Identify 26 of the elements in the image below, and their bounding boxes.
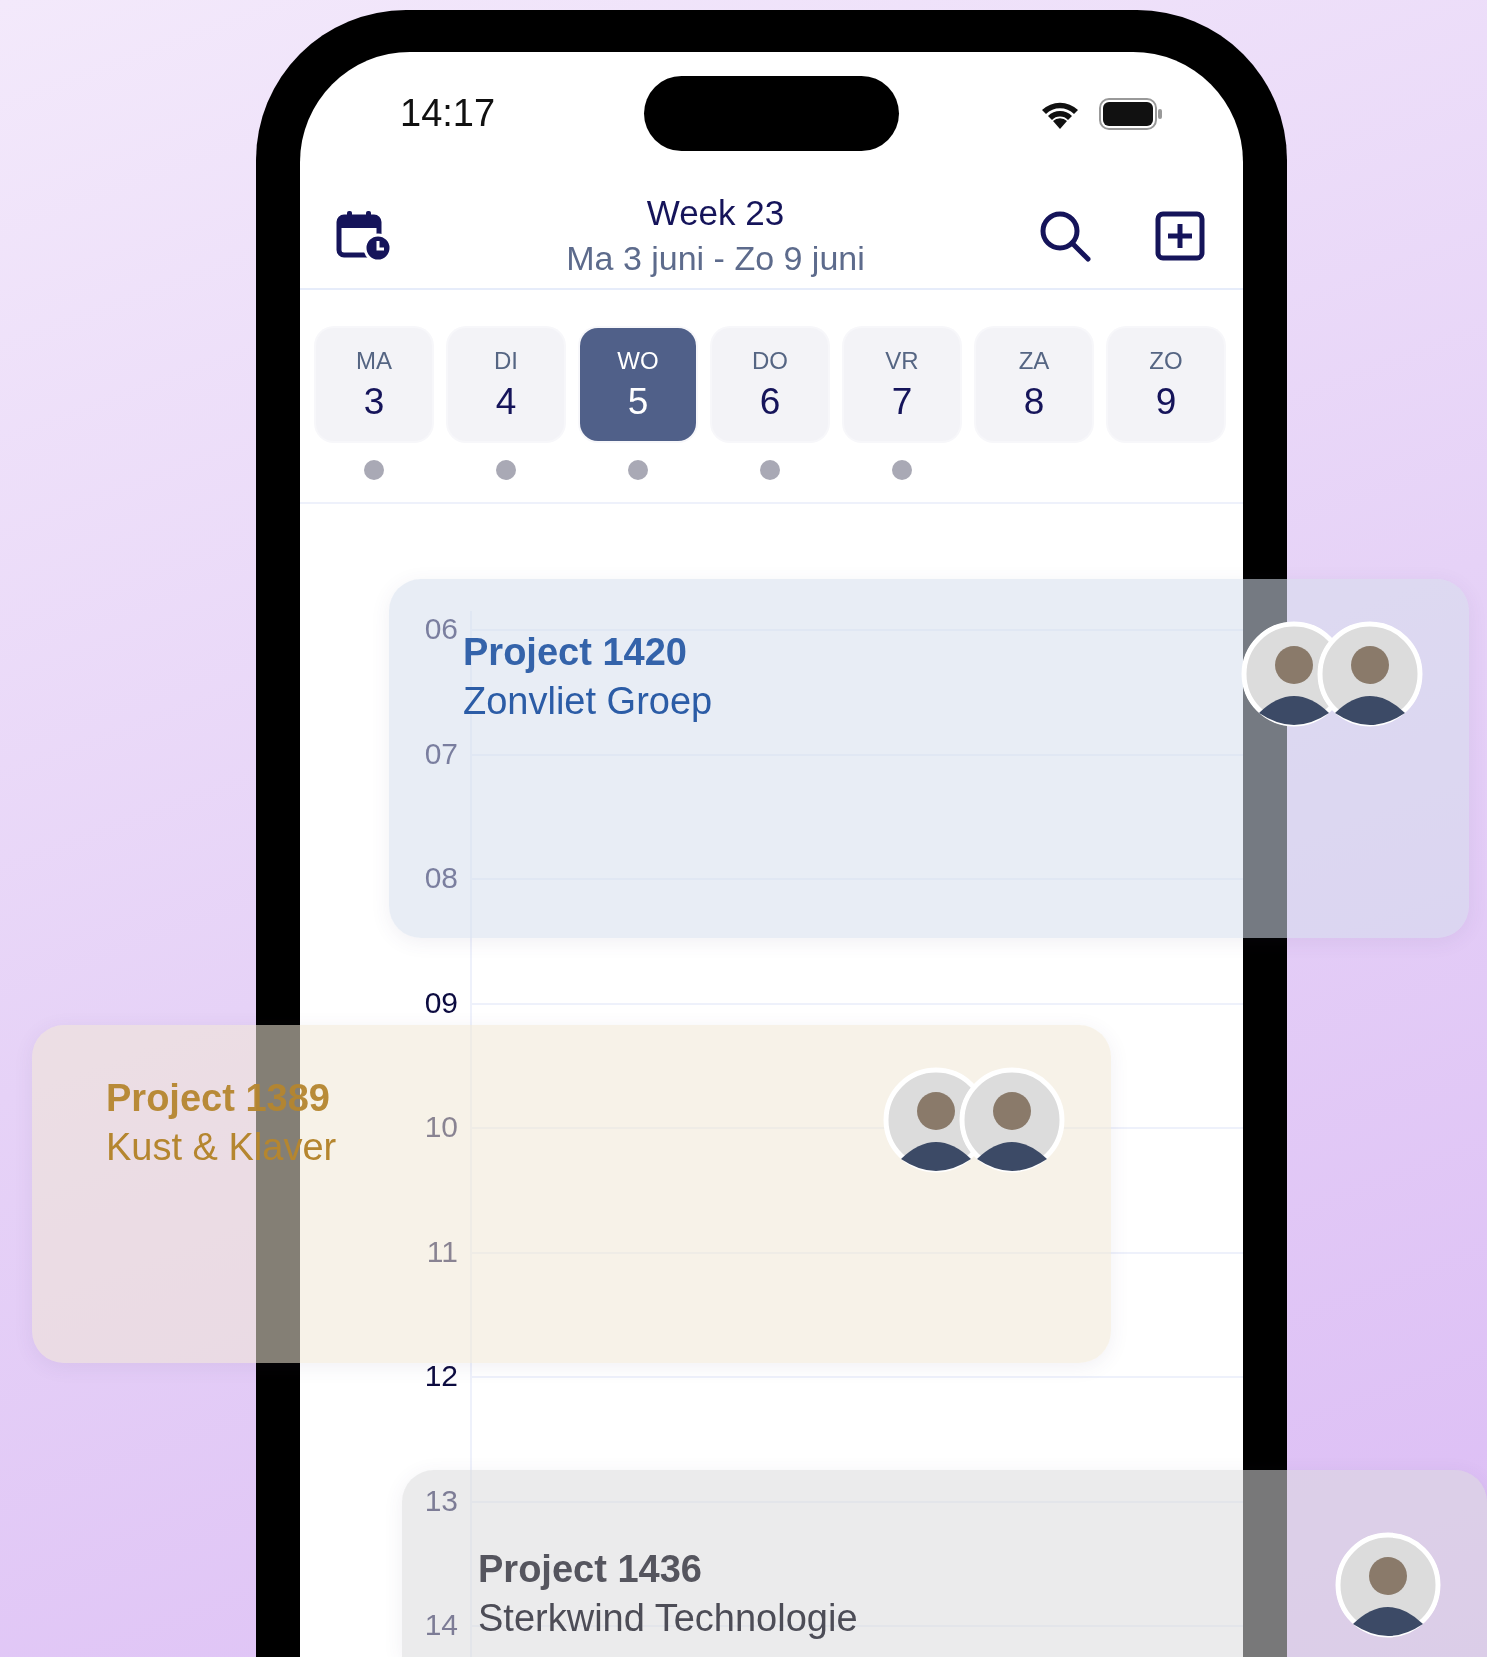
- calendar-clock-icon[interactable]: [336, 209, 392, 262]
- day-tab[interactable]: MA 3: [316, 328, 432, 441]
- hour-label: 10: [424, 1110, 458, 1144]
- day-tab[interactable]: DI 4: [448, 328, 564, 441]
- day-tab[interactable]: ZA 8: [976, 328, 1092, 441]
- hour-label: 09: [424, 985, 458, 1020]
- hour-label: 14: [424, 1608, 458, 1642]
- event-title: Project 1436: [478, 1548, 703, 1591]
- hour-label: 11: [426, 1234, 458, 1269]
- date-range: Ma 3 juni - Zo 9 juni: [566, 239, 865, 278]
- day-tab[interactable]: DO 6: [712, 328, 828, 441]
- event-client: Sterkwind Technologie: [478, 1597, 858, 1640]
- battery-icon: [1099, 97, 1163, 130]
- event-title: Project 1420: [463, 631, 688, 674]
- add-icon[interactable]: [1155, 210, 1205, 261]
- event-client: Zonvliet Groep: [463, 680, 713, 723]
- day-tab[interactable]: ZO 9: [1108, 328, 1224, 441]
- hour-label: 06: [424, 612, 458, 646]
- day-tab[interactable]: VR 7: [844, 328, 960, 441]
- hour-label: 08: [424, 861, 458, 895]
- hour-label: 07: [424, 736, 458, 771]
- search-icon[interactable]: [1039, 209, 1091, 262]
- week-title: Week 23: [646, 193, 785, 233]
- hour-label: 13: [424, 1483, 458, 1518]
- day-tab[interactable]: WO 5: [580, 328, 696, 441]
- status-time: 14:17: [399, 92, 497, 135]
